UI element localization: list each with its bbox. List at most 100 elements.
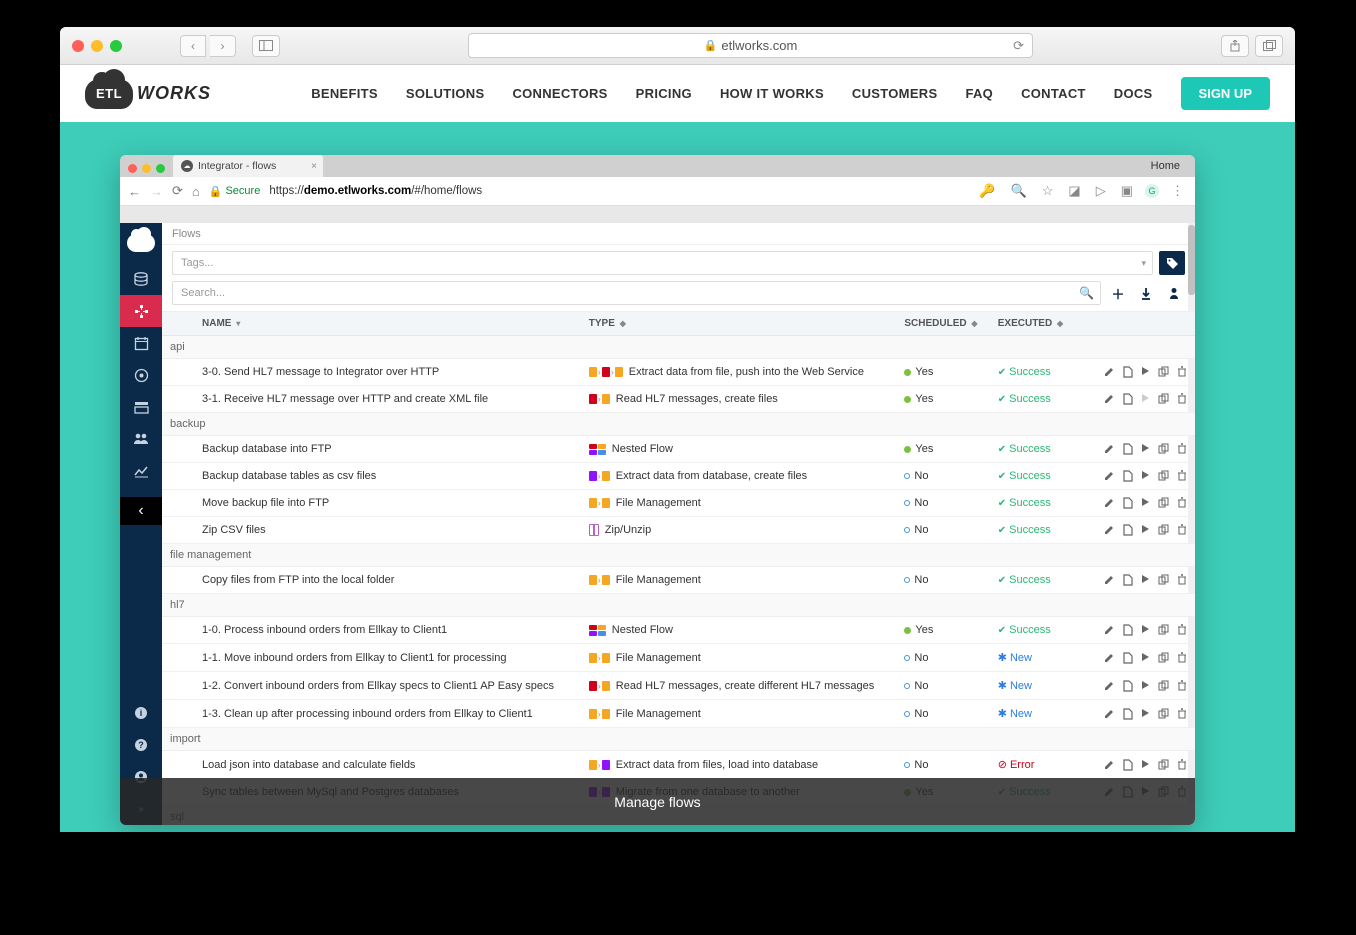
delete-icon[interactable]: [1177, 393, 1187, 405]
edit-icon[interactable]: [1104, 574, 1115, 586]
view-icon[interactable]: [1123, 443, 1133, 455]
exec-status[interactable]: ✔ Success: [998, 443, 1067, 455]
table-row[interactable]: 3-1. Receive HL7 message over HTTP and c…: [162, 386, 1195, 413]
view-icon[interactable]: [1123, 470, 1133, 482]
share-button[interactable]: [1221, 35, 1249, 57]
col-name[interactable]: NAME ▾: [162, 312, 581, 336]
run-icon[interactable]: [1141, 366, 1150, 378]
search-input[interactable]: Search... 🔍: [172, 281, 1101, 305]
inner-reload-icon[interactable]: ⟳: [172, 183, 183, 199]
run-icon[interactable]: [1141, 759, 1150, 771]
nav-link[interactable]: PRICING: [636, 86, 692, 101]
duplicate-icon[interactable]: [1158, 366, 1169, 378]
browser-tab[interactable]: ☁ Integrator - flows ×: [173, 155, 323, 177]
table-row[interactable]: Zip CSV files Zip/Unzip No✔ Success: [162, 517, 1195, 544]
delete-icon[interactable]: [1177, 680, 1187, 692]
run-icon[interactable]: [1141, 652, 1150, 664]
chrome-menu-icon[interactable]: ⋮: [1168, 183, 1187, 199]
nav-link[interactable]: FAQ: [965, 86, 993, 101]
tabs-button[interactable]: [1255, 35, 1283, 57]
edit-icon[interactable]: [1104, 366, 1115, 378]
table-row[interactable]: Move backup file into FTP› File Manageme…: [162, 490, 1195, 517]
sidebar-item-flows[interactable]: [120, 295, 162, 327]
exec-status[interactable]: ✱ New: [998, 707, 1067, 720]
col-scheduled[interactable]: SCHEDULED ◆: [896, 312, 989, 336]
exec-status[interactable]: ✱ New: [998, 651, 1067, 664]
sidebar-item-stats[interactable]: [120, 455, 162, 487]
ext3-icon[interactable]: ▣: [1118, 183, 1136, 199]
table-row[interactable]: 1-3. Clean up after processing inbound o…: [162, 700, 1195, 728]
table-row[interactable]: 1-2. Convert inbound orders from Ellkay …: [162, 672, 1195, 700]
duplicate-icon[interactable]: [1158, 680, 1169, 692]
edit-icon[interactable]: [1104, 393, 1115, 405]
table-row[interactable]: Backup database into FTP Nested Flow Yes…: [162, 436, 1195, 463]
ext4-icon[interactable]: G: [1145, 184, 1159, 198]
sidebar-item-explorer[interactable]: [120, 391, 162, 423]
safari-address-bar[interactable]: 🔒 etlworks.com ⟳: [468, 33, 1033, 58]
site-logo[interactable]: ETL WORKS: [85, 79, 211, 109]
table-row[interactable]: Load json into database and calculate fi…: [162, 751, 1195, 779]
exec-status[interactable]: ✔ Success: [998, 393, 1067, 405]
sidebar-item-scheduler[interactable]: [120, 327, 162, 359]
sidebar-toggle-button[interactable]: [252, 35, 280, 57]
minimize-window-button[interactable]: [91, 40, 103, 52]
edit-icon[interactable]: [1104, 624, 1115, 636]
nav-link[interactable]: BENEFITS: [311, 86, 378, 101]
edit-icon[interactable]: [1104, 759, 1115, 771]
sidebar-item-audit[interactable]: [120, 359, 162, 391]
forward-button[interactable]: ›: [210, 35, 236, 57]
manage-tags-button[interactable]: [1159, 251, 1185, 275]
edit-icon[interactable]: [1104, 443, 1115, 455]
group-label[interactable]: import: [162, 728, 1195, 751]
close-tab-icon[interactable]: ×: [311, 161, 317, 172]
exec-status[interactable]: ✔ Success: [998, 366, 1067, 378]
duplicate-icon[interactable]: [1158, 574, 1169, 586]
duplicate-icon[interactable]: [1158, 497, 1169, 509]
group-label[interactable]: file management: [162, 544, 1195, 567]
signup-button[interactable]: SIGN UP: [1181, 77, 1270, 110]
group-label[interactable]: hl7: [162, 594, 1195, 617]
nav-link[interactable]: CONTACT: [1021, 86, 1086, 101]
edit-icon[interactable]: [1104, 470, 1115, 482]
delete-icon[interactable]: [1177, 708, 1187, 720]
ext1-icon[interactable]: ◪: [1065, 183, 1083, 199]
exec-status[interactable]: ✔ Success: [998, 624, 1067, 636]
view-icon[interactable]: [1123, 759, 1133, 771]
delete-icon[interactable]: [1177, 497, 1187, 509]
edit-icon[interactable]: [1104, 680, 1115, 692]
key-icon[interactable]: 🔑: [976, 183, 998, 199]
run-icon[interactable]: [1141, 497, 1150, 509]
duplicate-icon[interactable]: [1158, 759, 1169, 771]
delete-icon[interactable]: [1177, 443, 1187, 455]
run-icon[interactable]: [1141, 680, 1150, 692]
home-link[interactable]: Home: [1136, 160, 1195, 172]
inner-minimize-window[interactable]: [142, 164, 151, 173]
delete-icon[interactable]: [1177, 470, 1187, 482]
edit-icon[interactable]: [1104, 708, 1115, 720]
zoom-icon[interactable]: 🔍: [1008, 183, 1030, 199]
inner-back-icon[interactable]: ←: [128, 184, 141, 199]
exec-status[interactable]: ⊘ Error: [998, 758, 1067, 771]
view-icon[interactable]: [1123, 574, 1133, 586]
table-row[interactable]: Copy files from FTP into the local folde…: [162, 567, 1195, 594]
back-button[interactable]: ‹: [180, 35, 206, 57]
run-icon[interactable]: [1141, 624, 1150, 636]
sidebar-item-users[interactable]: [120, 423, 162, 455]
sidebar-logo[interactable]: [120, 223, 162, 263]
group-label[interactable]: backup: [162, 413, 1195, 436]
tags-filter[interactable]: Tags... ▾: [172, 251, 1153, 275]
edit-icon[interactable]: [1104, 497, 1115, 509]
inner-zoom-window[interactable]: [156, 164, 165, 173]
close-window-button[interactable]: [72, 40, 84, 52]
view-icon[interactable]: [1123, 366, 1133, 378]
view-icon[interactable]: [1123, 497, 1133, 509]
inner-address-bar[interactable]: https://demo.etlworks.com/#/home/flows: [269, 185, 482, 197]
delete-icon[interactable]: [1177, 366, 1187, 378]
nav-link[interactable]: HOW IT WORKS: [720, 86, 824, 101]
nav-link[interactable]: CUSTOMERS: [852, 86, 938, 101]
duplicate-icon[interactable]: [1158, 393, 1169, 405]
exec-status[interactable]: ✔ Success: [998, 574, 1067, 586]
delete-icon[interactable]: [1177, 652, 1187, 664]
inner-home-icon[interactable]: ⌂: [192, 184, 200, 199]
view-icon[interactable]: [1123, 680, 1133, 692]
